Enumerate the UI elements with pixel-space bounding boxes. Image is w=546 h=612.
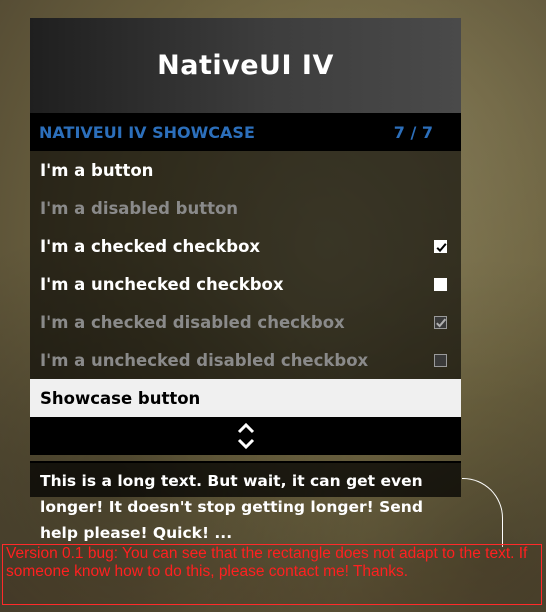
menu-banner: NativeUI IV [30,18,461,113]
menu-item-checked-disabled-checkbox[interactable]: I'm a checked disabled checkbox [30,303,461,341]
menu-item-label: I'm a unchecked checkbox [40,274,284,294]
menu-subtitle-bar: NATIVEUI IV SHOWCASE 7 / 7 [30,113,461,151]
menu-item-checked-checkbox[interactable]: I'm a checked checkbox [30,227,461,265]
nativeui-menu: NativeUI IV NATIVEUI IV SHOWCASE 7 / 7 I… [30,18,461,542]
bug-note-text: Version 0.1 bug: You can see that the re… [6,545,528,580]
menu-item-label: Showcase button [40,388,201,408]
menu-item-unchecked-disabled-checkbox[interactable]: I'm a unchecked disabled checkbox [30,341,461,379]
unchecked-checkbox-icon[interactable] [434,277,447,291]
menu-title: NativeUI IV [157,50,334,81]
menu-navigation-bar[interactable] [30,417,461,455]
description-text: This is a long text. But wait, it can ge… [40,472,423,542]
menu-items: I'm a button I'm a disabled button I'm a… [30,151,461,417]
menu-item-disabled-button[interactable]: I'm a disabled button [30,189,461,227]
unchecked-disabled-checkbox-icon[interactable] [434,353,447,367]
menu-item-label: I'm a button [40,160,154,180]
menu-item-button[interactable]: I'm a button [30,151,461,189]
item-counter: 7 / 7 [393,122,433,142]
menu-item-label: I'm a checked disabled checkbox [40,312,345,332]
menu-item-label: I'm a disabled button [40,198,239,218]
up-down-chevron-icon[interactable] [235,421,257,451]
menu-item-showcase-button[interactable]: Showcase button [30,379,461,417]
checked-checkbox-icon[interactable] [434,239,447,253]
menu-item-label: I'm a checked checkbox [40,236,261,256]
bug-note-box: Version 0.1 bug: You can see that the re… [2,544,542,605]
menu-item-unchecked-checkbox[interactable]: I'm a unchecked checkbox [30,265,461,303]
menu-subtitle: NATIVEUI IV SHOWCASE [39,122,255,142]
checked-disabled-checkbox-icon[interactable] [434,315,447,329]
menu-item-label: I'm a unchecked disabled checkbox [40,350,369,370]
description-box: This is a long text. But wait, it can ge… [30,461,461,542]
